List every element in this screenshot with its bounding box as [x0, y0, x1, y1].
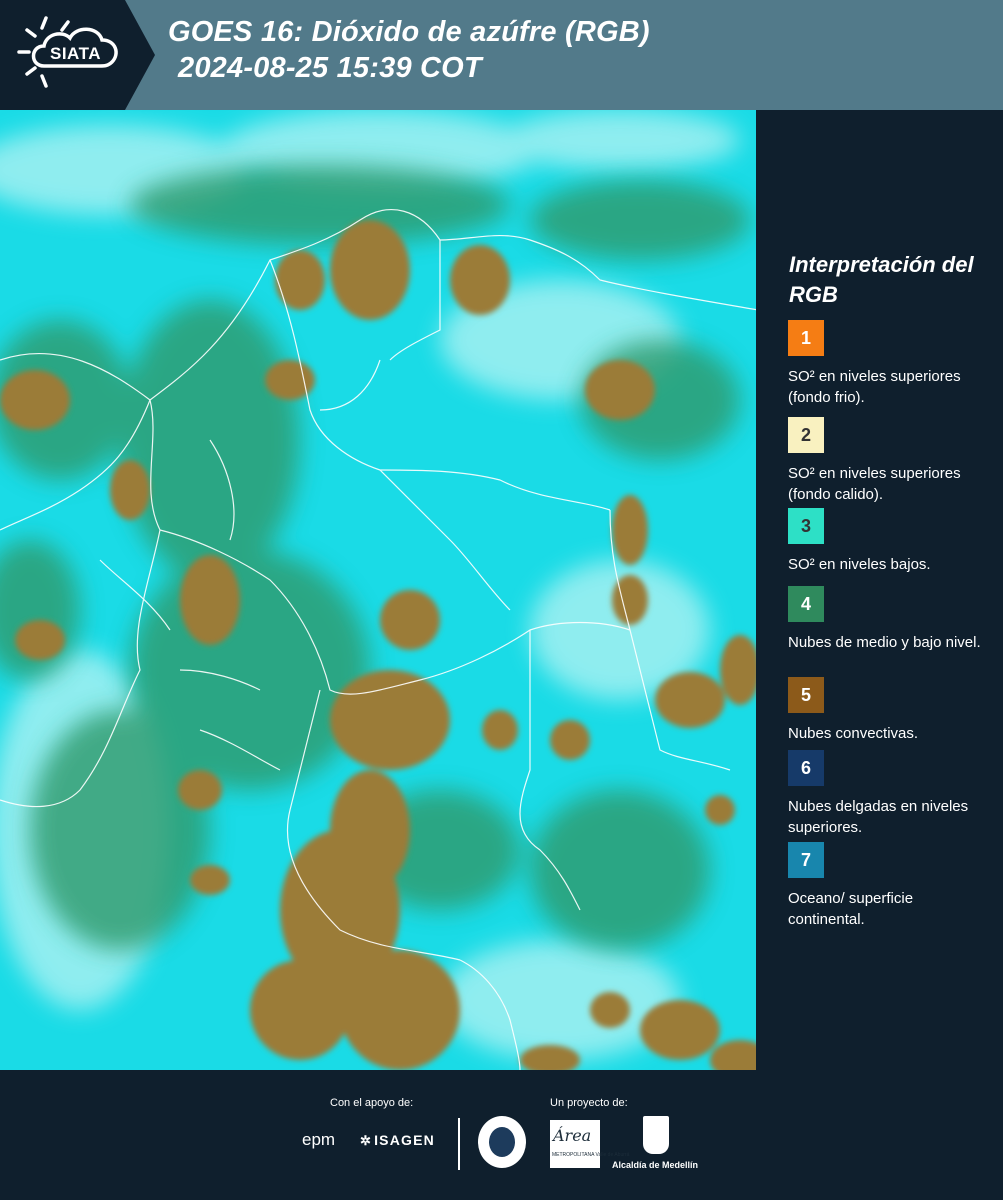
legend-item-4: 4 Nubes de medio y bajo nivel. — [788, 586, 993, 653]
title-line-2: 2024-08-25 15:39 COT — [178, 52, 482, 84]
legend-swatch-5: 5 — [788, 677, 824, 713]
legend-item-3: 3 SO² en niveles bajos. — [788, 508, 993, 575]
legend-text-4: Nubes de medio y bajo nivel. — [788, 634, 981, 651]
footer-divider — [458, 1118, 460, 1170]
isagen-logo-text: ISAGEN — [374, 1132, 435, 1148]
legend-number-2: 2 — [800, 424, 811, 445]
legend-text-5: Nubes convectivas. — [788, 725, 919, 742]
footer: Con el apoyo de: Un proyecto de: epm ✲ IS… — [0, 1070, 1003, 1200]
alcaldia-medellin-logo-text: Alcaldía de Medellín — [612, 1160, 699, 1170]
legend-item-6: 6 Nubes delgadas en niveles superiores. — [788, 750, 993, 838]
project-label: Un proyecto de: — [550, 1097, 628, 1109]
legend-item-2: 2 SO² en niveles superiores (fondo calid… — [788, 417, 993, 507]
satellite-map-image — [0, 110, 756, 1070]
legend-item-7: 7 Oceano/ superficie continental. — [788, 842, 993, 930]
legend-swatch-6: 6 — [788, 750, 824, 786]
title-line-1: GOES 16: Dióxido de azúfre (RGB) — [168, 16, 650, 48]
legend-swatch-7: 7 — [788, 842, 824, 878]
legend-text-6: Nubes delgadas en niveles superiores. — [788, 798, 969, 836]
medellin-seal-logo — [478, 1116, 526, 1168]
legend-title: Interpretación del RGB — [789, 252, 974, 307]
area-metropolitana-logo-text: Área — [553, 1126, 592, 1145]
support-label: Con el apoyo de: — [330, 1097, 414, 1109]
area-metropolitana-subtext: METROPOLITANA Valle de Aburrá — [552, 1152, 630, 1158]
legend-number-3: 3 — [800, 515, 811, 536]
legend-number-4: 4 — [800, 593, 811, 614]
siata-logo-text: SIATA — [50, 44, 101, 63]
legend-item-1: 1 SO² en niveles superiores (fondo frio)… — [788, 320, 993, 408]
legend-text-7: Oceano/ superficie continental. — [788, 890, 914, 928]
epm-logo: epm — [302, 1130, 336, 1149]
legend-swatch-4: 4 — [788, 586, 824, 622]
legend-number-5: 5 — [800, 684, 811, 705]
legend-swatch-2: 2 — [788, 417, 824, 453]
shield-icon — [643, 1116, 669, 1154]
isagen-logo: ✲ ISAGEN — [360, 1132, 435, 1149]
legend-text-1: SO² en niveles superiores (fondo frio). — [788, 368, 961, 406]
satellite-map — [0, 110, 758, 1070]
legend-number-7: 7 — [800, 849, 811, 870]
legend-number-6: 6 — [800, 757, 811, 778]
legend-swatch-1: 1 — [788, 320, 824, 356]
header-bar: SIATA GOES 16: Dióxido de azúfre (RGB) 2… — [0, 0, 1003, 110]
legend-text-3: SO² en niveles bajos. — [788, 556, 931, 573]
legend-item-5: 5 Nubes convectivas. — [788, 677, 993, 744]
legend-panel: Interpretación del RGB 1 SO² en niveles … — [760, 110, 1003, 1070]
siata-logo: SIATA — [0, 0, 160, 110]
legend-text-2: SO² en niveles superiores (fondo calido)… — [788, 465, 961, 503]
page-title: GOES 16: Dióxido de azúfre (RGB) 2024-08… — [168, 14, 650, 86]
isagen-icon: ✲ — [360, 1133, 373, 1148]
legend-swatch-3: 3 — [788, 508, 824, 544]
legend-number-1: 1 — [800, 327, 811, 348]
